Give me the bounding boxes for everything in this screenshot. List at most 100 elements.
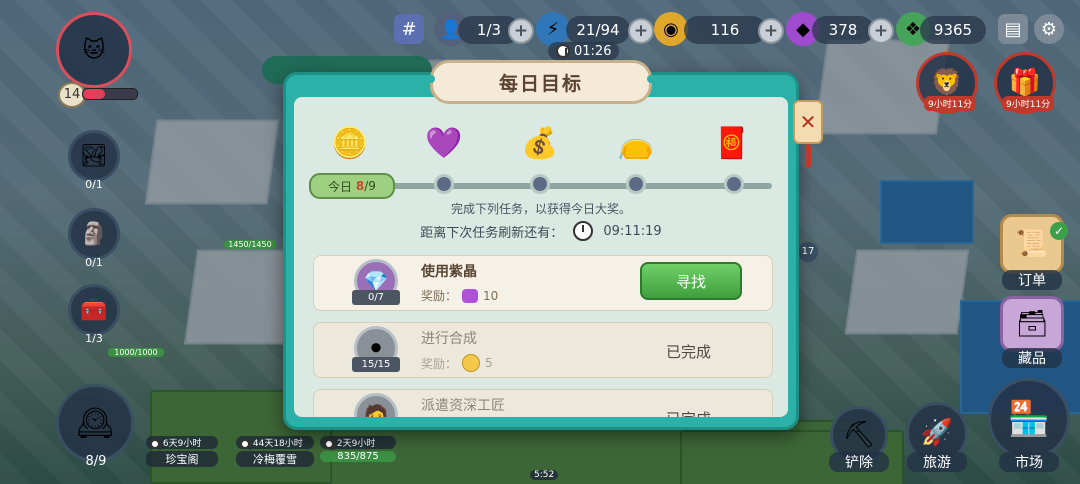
coin-pile-icon[interactable]: 💰: [508, 123, 572, 163]
chest-icon: 🧰: [80, 297, 108, 323]
event-tag-3[interactable]: 2天9小时 835/875: [320, 436, 396, 462]
collection-button[interactable]: 🗃: [1000, 296, 1064, 352]
board-progress-bar-1: 1450/1450: [224, 240, 276, 249]
event-building-1-timer: 9小时11分: [924, 96, 977, 111]
grid-icon: #: [401, 18, 417, 40]
find-button-label: 寻找: [675, 272, 706, 291]
gem-icon: [462, 288, 479, 303]
reward-amount: 5: [485, 356, 493, 370]
settings-button[interactable]: ⚙: [1034, 14, 1064, 44]
scroll-icon: 📜: [1015, 229, 1049, 259]
collection-box-icon: 🗃: [1015, 309, 1049, 339]
clock-icon: [556, 44, 570, 58]
coin-count-text: 116: [710, 21, 740, 39]
energy-timer-text: 01:26: [574, 43, 612, 59]
player-avatar[interactable]: 🐱: [56, 12, 132, 88]
board-level-badge: 17: [798, 242, 818, 262]
board-progress-text-1: 1450/1450: [228, 240, 272, 249]
event-tag-2-label: 冷梅覆雪: [236, 451, 314, 467]
treasure-chest-icon[interactable]: 🧧: [700, 123, 764, 163]
clock-icon: [324, 438, 335, 450]
dialog-title-text: 每日目标: [498, 72, 583, 95]
player-xp-fill: [83, 89, 105, 99]
task-row: 🧑 派遣资深工匠 奖励： 5 已完成: [313, 389, 773, 417]
coin-icon: ◉: [654, 12, 688, 46]
reward-amount: 10: [483, 288, 499, 303]
small-timer-text: 5:52: [534, 470, 555, 480]
close-icon: ✕: [799, 110, 817, 134]
task-name: 派遣资深工匠: [421, 398, 505, 414]
milestone-node-4: [626, 174, 646, 194]
task-row: ⚫ 15/15 进行合成 奖励： 5 已完成: [313, 322, 773, 378]
today-prefix-text: 今日: [328, 179, 353, 194]
reward-label: 奖励：: [421, 289, 458, 303]
event-tag-3-progress: 835/875: [320, 451, 396, 462]
task-progress: 0/7: [352, 290, 400, 305]
purple-gem-bag-icon[interactable]: 💜: [412, 123, 476, 163]
clock-icon: [150, 438, 161, 450]
gold-coin-icon[interactable]: 🪙: [318, 123, 382, 163]
energy-text: 21/94: [576, 21, 620, 39]
player-xp-bar: [82, 88, 138, 100]
add-gems-button[interactable]: +: [868, 18, 894, 44]
close-button[interactable]: ✕: [793, 100, 823, 144]
market-button[interactable]: 🏪: [988, 378, 1070, 460]
event-tag-plum-snow[interactable]: 44天18小时 冷梅覆雪: [236, 436, 314, 467]
money-bag-icon[interactable]: 👝: [604, 123, 668, 163]
add-villager-button[interactable]: +: [508, 18, 534, 44]
chest-icon: 🎁: [1008, 68, 1042, 98]
dialog-hint: 完成下列任务，以获得今日大奖。: [450, 202, 631, 216]
left-slot-building-2[interactable]: 🗿: [68, 208, 120, 260]
player-level-text: 14: [63, 87, 81, 102]
clock-icon: [573, 221, 594, 241]
left-slot-building-1[interactable]: 🏞: [68, 130, 120, 182]
sundial-icon: 🕰: [75, 405, 115, 441]
board-progress-bar-2: 1000/1000: [108, 348, 164, 357]
map-grid-button[interactable]: #: [394, 14, 424, 44]
reward-label: 奖励：: [421, 356, 458, 371]
event-tag-3-timer: 2天9小时: [320, 436, 396, 450]
today-current-text: 8: [355, 179, 365, 193]
task-reward: 奖励： 10: [421, 287, 498, 304]
dialog-title: 每日目标: [427, 60, 655, 104]
lion-statue-icon: 🦁: [930, 68, 964, 98]
orders-label: 订单: [1002, 270, 1062, 290]
left-slot-building-3[interactable]: 🧰: [68, 284, 120, 336]
clock-icon: [240, 438, 251, 450]
travel-label: 旅游: [907, 452, 967, 472]
task-row: 💎 0/7 使用紫晶 奖励： 10 寻找: [313, 255, 773, 311]
milestone-node-2: [434, 174, 454, 194]
today-progress-pill: 今日 8 /9: [309, 173, 395, 199]
sundial-building-button[interactable]: 🕰: [56, 384, 134, 462]
coin-icon: [462, 354, 481, 372]
gem-count-text: 378: [828, 21, 858, 39]
milestone-node-5: [724, 174, 744, 194]
event-tag-1-timer-text: 6天9小时: [162, 439, 202, 449]
add-coins-button[interactable]: +: [758, 18, 784, 44]
add-energy-button[interactable]: +: [628, 18, 654, 44]
cash-count-text: 9365: [933, 21, 973, 39]
left-slot-3-count: 1/3: [85, 332, 103, 345]
refresh-time: 09:11:19: [603, 223, 662, 239]
coin-counter: 116: [684, 16, 766, 44]
energy-counter: 21/94: [566, 16, 630, 44]
avatar-icon: 🐱: [82, 37, 106, 63]
energy-icon: ⚡: [536, 12, 570, 46]
event-tag-1-timer: 6天9小时: [146, 436, 218, 450]
market-stall-icon: 🏪: [1007, 399, 1051, 439]
notes-button[interactable]: ▤: [998, 14, 1028, 44]
event-tag-treasure[interactable]: 6天9小时 珍宝阁: [146, 436, 218, 467]
event-tag-2-timer: 44天18小时: [236, 436, 314, 450]
daily-goals-panel: 🪙 💜 💰 👝 🧧 今日 8 /9 完成下列任务，以获得今日大奖。 距离下次任务…: [294, 97, 788, 417]
villager-count-text: 1/3: [476, 21, 502, 39]
find-button[interactable]: 寻找: [640, 262, 742, 300]
left-slot-1-count: 0/1: [85, 178, 103, 191]
gear-icon: ⚙: [1040, 18, 1058, 40]
refresh-countdown: 距离下次任务刷新还有： 09:11:19: [294, 221, 788, 241]
shovel-icon: ⛏: [842, 420, 876, 450]
event-building-2-timer: 9小时11分: [1002, 96, 1055, 111]
milestone-node-3: [530, 174, 550, 194]
rocket-icon: 🚀: [920, 418, 954, 448]
task-completed-status: 已完成: [666, 343, 712, 361]
task-reward: 奖励： 5: [421, 354, 493, 372]
